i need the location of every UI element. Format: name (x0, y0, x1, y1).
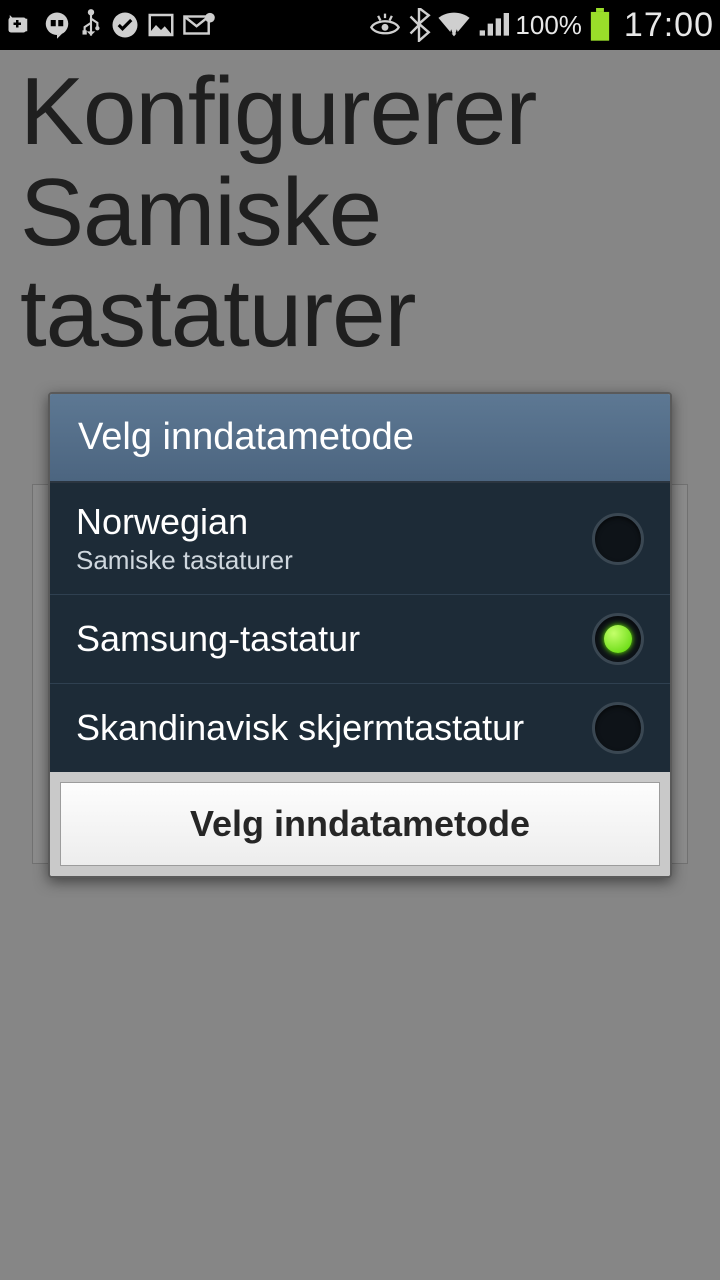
status-bar: 100% 17:00 (0, 0, 720, 50)
choose-input-method-button[interactable]: Velg inndatametode (60, 782, 660, 866)
mail-unread-icon (182, 10, 216, 40)
wifi-icon (437, 10, 471, 40)
radio-checked-icon[interactable] (592, 613, 644, 665)
input-option-samsung[interactable]: Samsung-tastatur (50, 595, 670, 684)
input-method-dialog: Velg inndatametode Norwegian Samiske tas… (48, 392, 672, 878)
bluetooth-icon (407, 8, 431, 42)
battery-percentage: 100% (515, 10, 582, 41)
signal-icon (477, 10, 509, 40)
plus-tab-icon (6, 10, 36, 40)
image-icon (146, 10, 176, 40)
usb-icon (78, 8, 104, 42)
hangouts-icon (42, 10, 72, 40)
input-option-norwegian[interactable]: Norwegian Samiske tastaturer (50, 483, 670, 595)
dialog-title: Velg inndatametode (50, 394, 670, 483)
option-title: Skandinavisk skjermtastatur (76, 707, 592, 749)
eye-hidden-icon (369, 10, 401, 40)
option-title: Samsung-tastatur (76, 618, 592, 660)
battery-icon (588, 8, 612, 42)
input-option-scandinavian[interactable]: Skandinavisk skjermtastatur (50, 684, 670, 772)
option-subtitle: Samiske tastaturer (76, 545, 592, 576)
clock: 17:00 (624, 6, 714, 45)
radio-unchecked-icon[interactable] (592, 702, 644, 754)
dialog-options: Norwegian Samiske tastaturer Samsung-tas… (50, 483, 670, 772)
dialog-footer: Velg inndatametode (50, 772, 670, 876)
status-bar-right: 100% 17:00 (369, 6, 714, 45)
radio-unchecked-icon[interactable] (592, 513, 644, 565)
option-title: Norwegian (76, 501, 592, 543)
status-bar-left (6, 8, 369, 42)
check-circle-icon (110, 10, 140, 40)
